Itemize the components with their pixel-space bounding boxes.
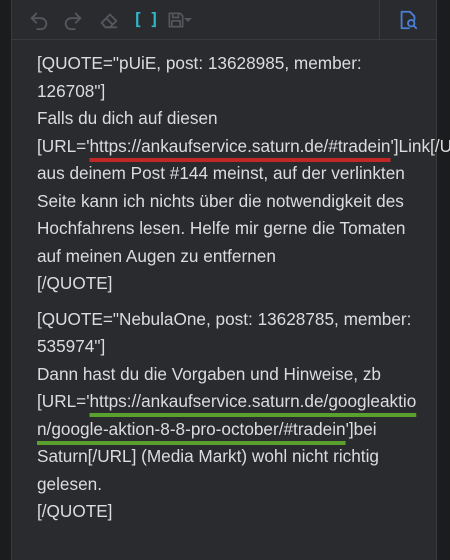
quote-close-tag: [/QUOTE] xyxy=(37,273,113,293)
eraser-icon[interactable] xyxy=(96,7,122,33)
quote-open-tag: [QUOTE="pUiE, post: 13628985, member: 12… xyxy=(37,53,362,101)
bbcode-glyph: [ ] xyxy=(132,10,160,30)
quote-block: [QUOTE="pUiE, post: 13628985, member: 12… xyxy=(37,50,450,298)
editor-toolbar: [ ] xyxy=(12,0,436,40)
chevron-down-icon[interactable] xyxy=(181,7,195,33)
bbcode-editor[interactable]: [ ] [QUOTE="pUiE, post: 13628985, member… xyxy=(11,0,450,560)
quote-block: [QUOTE="NebulaOne, post: 13628785, membe… xyxy=(37,306,429,526)
editor-content[interactable]: [QUOTE="pUiE, post: 13628985, member: 12… xyxy=(37,50,450,534)
toolbar-divider xyxy=(379,0,380,40)
quote-close-tag: [/QUOTE] xyxy=(37,501,113,521)
app-frame: [ ] [QUOTE="pUiE, post: 13628985, member… xyxy=(0,0,450,560)
tradein-url[interactable]: https://ankaufservice.saturn.de/#tradein xyxy=(89,136,390,156)
redo-icon[interactable] xyxy=(60,7,86,33)
bbcode-toggle-icon[interactable]: [ ] xyxy=(132,7,160,33)
undo-icon[interactable] xyxy=(26,7,52,33)
preview-search-icon[interactable] xyxy=(395,7,421,33)
quote-open-tag: [QUOTE="NebulaOne, post: 13628785, membe… xyxy=(37,308,412,357)
